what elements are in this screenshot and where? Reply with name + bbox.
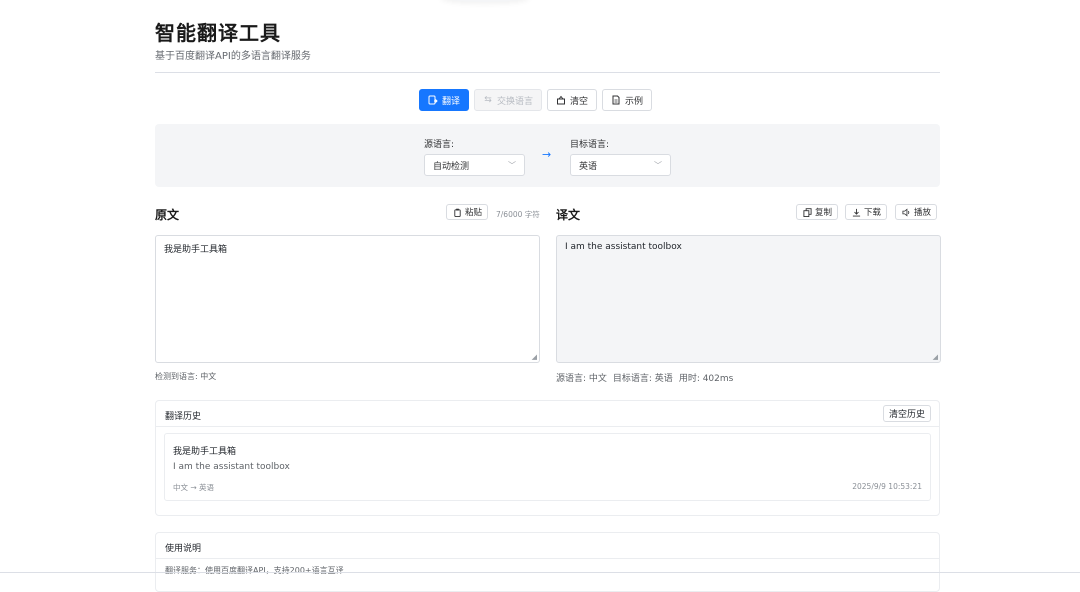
char-counter: 7/6000 字符 (496, 210, 540, 219)
target-pane-title: 译文 (556, 208, 581, 222)
translation-output[interactable]: I am the assistant toolbox ◢ (556, 235, 941, 363)
history-item[interactable]: 我是助手工具箱 I am the assistant toolbox 中文 → … (164, 433, 931, 501)
source-language-label: 源语言: (424, 140, 455, 150)
target-language-label: 目标语言: (570, 140, 610, 150)
language-arrow-icon: → (542, 148, 552, 161)
example-button[interactable]: 示例 (602, 89, 653, 111)
download-button[interactable]: 下载 (845, 204, 888, 220)
header-divider (155, 72, 940, 73)
swap-button-label: 交换语言 (497, 96, 534, 107)
clear-button[interactable]: 清空 (547, 89, 598, 111)
clear-button-label: 清空 (570, 96, 589, 107)
history-languages: 中文 → 英语 (173, 483, 215, 492)
swap-languages-button[interactable]: ⇆ 交换语言 (474, 89, 543, 111)
action-toolbar: 翻译 ⇆ 交换语言 清空 示例 (419, 89, 653, 111)
eraser-icon (556, 95, 566, 105)
play-button-label: 播放 (914, 208, 932, 218)
resize-handle-icon[interactable]: ◢ (532, 353, 537, 361)
chevron-down-icon: ﹀ (654, 161, 662, 170)
source-language-select[interactable]: 自动检测 ﹀ (424, 154, 525, 176)
translation-meta: 源语言: 中文 目标语言: 英语 用时: 402ms (556, 371, 733, 384)
target-language-value: 英语 (579, 161, 598, 172)
viewport-bottom-edge (0, 572, 1080, 573)
source-textarea[interactable]: 我是助手工具箱 ◢ (155, 235, 540, 363)
history-card: 翻译历史 清空历史 我是助手工具箱 I am the assistant too… (155, 400, 940, 516)
paste-button-label: 粘贴 (465, 208, 483, 218)
translated-text: I am the assistant toolbox (565, 242, 682, 252)
translator-page: 智能翻译工具 基于百度翻译API的多语言翻译服务 翻译 ⇆ 交换语言 清空 示例… (155, 0, 941, 592)
usage-header: 使用说明 (156, 533, 939, 559)
meta-target-language: 目标语言: 英语 (612, 374, 673, 384)
page-title: 智能翻译工具 (155, 21, 281, 45)
translate-button[interactable]: 翻译 (419, 89, 470, 111)
translate-icon (428, 95, 438, 105)
document-icon (611, 95, 621, 105)
copy-button-label: 复制 (815, 208, 833, 218)
meta-elapsed-time: 用时: 402ms (678, 374, 734, 384)
history-title: 翻译历史 (165, 412, 202, 422)
copy-button[interactable]: 复制 (796, 204, 839, 220)
translate-button-label: 翻译 (442, 96, 461, 107)
speaker-icon (901, 207, 911, 217)
download-icon (851, 207, 861, 217)
clear-history-button[interactable]: 清空历史 (882, 405, 931, 422)
history-timestamp: 2025/9/9 10:53:21 (852, 482, 922, 491)
chevron-down-icon: ﹀ (508, 161, 516, 170)
history-target-text: I am the assistant toolbox (173, 462, 290, 472)
usage-line: 翻译服务：使用百度翻译API，支持200+语言互译 (165, 566, 344, 575)
source-pane-title: 原文 (155, 208, 180, 222)
paste-button[interactable]: 粘贴 (446, 204, 489, 220)
source-text: 我是助手工具箱 (164, 245, 228, 255)
source-language-value: 自动检测 (433, 161, 470, 172)
resize-handle-icon[interactable]: ◢ (933, 353, 938, 361)
history-header: 翻译历史 清空历史 (156, 401, 939, 427)
clipboard-icon (452, 207, 462, 217)
swap-icon: ⇆ (484, 94, 492, 105)
usage-title: 使用说明 (165, 544, 202, 554)
detected-language: 检测到语言: 中文 (155, 372, 217, 381)
example-button-label: 示例 (625, 96, 644, 107)
target-language-select[interactable]: 英语 ﹀ (570, 154, 671, 176)
play-button[interactable]: 播放 (895, 204, 938, 220)
page-subtitle: 基于百度翻译API的多语言翻译服务 (155, 51, 311, 62)
meta-source-language: 源语言: 中文 (556, 374, 607, 384)
usage-card: 使用说明 翻译服务：使用百度翻译API，支持200+语言互译 (155, 532, 940, 592)
history-source-text: 我是助手工具箱 (173, 447, 237, 457)
download-button-label: 下载 (864, 208, 882, 218)
copy-icon (802, 207, 812, 217)
